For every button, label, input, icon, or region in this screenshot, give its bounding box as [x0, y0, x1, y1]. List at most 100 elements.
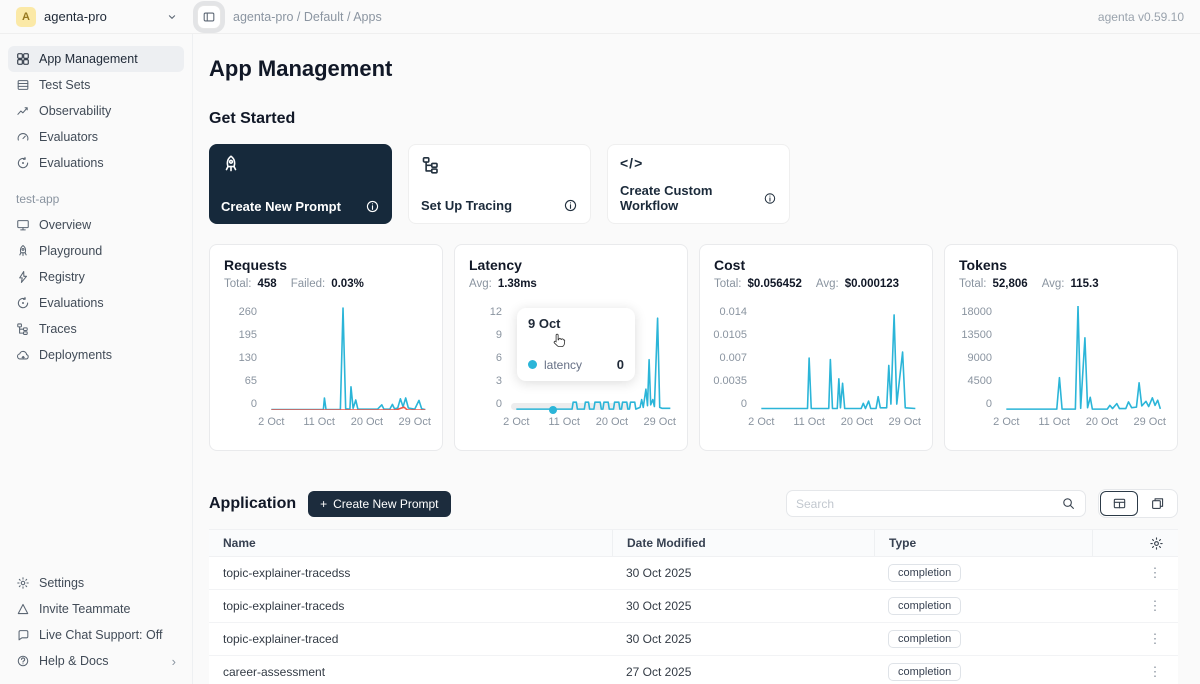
x-axis-tick: 29 Oct [889, 416, 921, 428]
info-icon[interactable] [763, 191, 777, 206]
x-axis-tick: 29 Oct [1134, 416, 1166, 428]
gear-icon [16, 576, 30, 590]
sidebar-item-test-sets[interactable]: Test Sets [8, 72, 184, 98]
x-axis-tick: 2 Oct [993, 416, 1019, 428]
rocket-icon [221, 154, 241, 174]
y-axis-tick: 260 [239, 306, 257, 318]
y-axis: 1800013500900045000 [959, 306, 1001, 410]
x-axis: 2 Oct11 Oct20 Oct29 Oct [1001, 416, 1163, 431]
sidebar-item-label: Deployments [39, 348, 112, 362]
table-row[interactable]: topic-explainer-tracedss 30 Oct 2025 com… [209, 557, 1178, 590]
column-header-type: Type [874, 530, 1092, 556]
sidebar-item-label: Playground [39, 244, 102, 258]
app-section-label: test-app [16, 192, 176, 206]
sidebar-item-observability[interactable]: Observability [8, 98, 184, 124]
table-row[interactable]: career-assessment 27 Oct 2025 completion… [209, 656, 1178, 684]
stat-label: Failed: [291, 278, 326, 290]
x-axis-tick: 11 Oct [1038, 416, 1070, 428]
row-menu-button[interactable]: ⋮ [1146, 565, 1164, 581]
sidebar-item-settings[interactable]: Settings [8, 570, 184, 596]
stat-value: 0.03% [331, 278, 364, 290]
trend-icon [16, 104, 30, 118]
y-axis-tick: 6 [496, 352, 502, 364]
chart-stats: Total:52,806Avg:115.3 [959, 278, 1163, 290]
x-axis-tick: 20 Oct [1086, 416, 1118, 428]
search-input[interactable] [796, 497, 1061, 511]
card-view-button[interactable] [1138, 491, 1176, 516]
get-started-cards: Create New Prompt Set Up Tracing </> Cre… [209, 144, 1178, 224]
sidebar-item-registry[interactable]: Registry [8, 264, 184, 290]
row-menu-button[interactable]: ⋮ [1146, 598, 1164, 614]
table-view-icon [1112, 496, 1127, 511]
stat-label: Total: [959, 278, 987, 290]
table-row[interactable]: topic-explainer-traced 30 Oct 2025 compl… [209, 623, 1178, 656]
sidebar-item-traces[interactable]: Traces [8, 316, 184, 342]
cloud-icon [16, 348, 30, 362]
x-axis: 2 Oct11 Oct20 Oct29 Oct [756, 416, 918, 431]
create-new-prompt-button[interactable]: + Create New Prompt [308, 491, 450, 517]
y-axis-tick: 9000 [968, 352, 992, 364]
test-sets-icon [16, 78, 30, 92]
sidebar-item-overview[interactable]: Overview [8, 212, 184, 238]
y-axis-tick: 18000 [961, 306, 992, 318]
stat-value: 52,806 [993, 278, 1028, 290]
info-icon[interactable] [365, 199, 380, 214]
chart-tooltip: 9 Oct latency 0 [517, 308, 635, 381]
sidebar-item-label: Overview [39, 218, 91, 232]
stat-label: Avg: [1042, 278, 1065, 290]
date-modified: 30 Oct 2025 [612, 599, 874, 613]
sidebar-item-invite-teammate[interactable]: Invite Teammate [8, 596, 184, 622]
apps-table: Name Date Modified Type topic-explainer-… [209, 529, 1178, 684]
sidebar-item-deployments[interactable]: Deployments [8, 342, 184, 368]
table-row[interactable]: topic-explainer-traceds 30 Oct 2025 comp… [209, 590, 1178, 623]
sidebar-item-help-docs[interactable]: Help & Docs › [8, 648, 184, 674]
y-axis-tick: 0 [986, 398, 992, 410]
x-axis-tick: 2 Oct [258, 416, 284, 428]
chart-title: Cost [714, 257, 918, 273]
workspace-selector[interactable]: A agenta-pro [0, 7, 193, 27]
table-settings-gear-icon[interactable] [1149, 536, 1164, 551]
create-new-prompt-card[interactable]: Create New Prompt [209, 144, 392, 224]
chart-title: Requests [224, 257, 428, 273]
sidebar-item-playground[interactable]: Playground [8, 238, 184, 264]
table-view-button[interactable] [1100, 491, 1138, 516]
rocket-icon [16, 244, 30, 258]
x-axis-tick: 20 Oct [596, 416, 628, 428]
sidebar-item-evaluations-app[interactable]: Evaluations [8, 290, 184, 316]
x-axis-tick: 2 Oct [748, 416, 774, 428]
tokens-line [1006, 306, 1160, 409]
tracing-icon [421, 155, 441, 175]
help-icon [16, 654, 30, 668]
eval-loop-icon [16, 296, 30, 310]
x-axis-tick: 11 Oct [793, 416, 825, 428]
search-icon[interactable] [1061, 496, 1076, 511]
x-axis-tick: 29 Oct [644, 416, 676, 428]
x-axis: 2 Oct11 Oct20 Oct29 Oct [511, 416, 673, 431]
eval-loop-icon [16, 156, 30, 170]
y-axis: 0.0140.01050.0070.00350 [714, 306, 756, 410]
app-name: career-assessment [209, 665, 612, 679]
card-view-icon [1150, 496, 1165, 511]
sidebar-item-live-chat[interactable]: Live Chat Support: Off [8, 622, 184, 648]
grid-icon [16, 52, 30, 66]
tooltip-series-name: latency [544, 358, 582, 372]
latency-plot: 9 Oct latency 0 [511, 306, 673, 410]
row-menu-button[interactable]: ⋮ [1146, 631, 1164, 647]
sidebar-item-evaluators[interactable]: Evaluators [8, 124, 184, 150]
application-header-row: Application + Create New Prompt [209, 489, 1178, 518]
latency-chart-card: Latency Avg:1.38ms 129630 9 Oct latency [454, 244, 688, 451]
set-up-tracing-card[interactable]: Set Up Tracing [408, 144, 591, 224]
sidebar-item-evaluations[interactable]: Evaluations [8, 150, 184, 176]
table-header: Name Date Modified Type [209, 529, 1178, 557]
y-axis-tick: 0 [251, 398, 257, 410]
stat-label: Total: [714, 278, 742, 290]
sidebar-collapse-button[interactable] [197, 5, 221, 29]
sidebar-item-app-management[interactable]: App Management [8, 46, 184, 72]
info-icon[interactable] [563, 198, 578, 213]
breadcrumb[interactable]: agenta-pro / Default / Apps [233, 10, 382, 24]
create-custom-workflow-card[interactable]: </> Create Custom Workflow [607, 144, 790, 224]
sidebar-item-label: Settings [39, 576, 84, 590]
y-axis-tick: 0.014 [719, 306, 747, 318]
row-menu-button[interactable]: ⋮ [1146, 664, 1164, 680]
y-axis-tick: 12 [490, 306, 502, 318]
